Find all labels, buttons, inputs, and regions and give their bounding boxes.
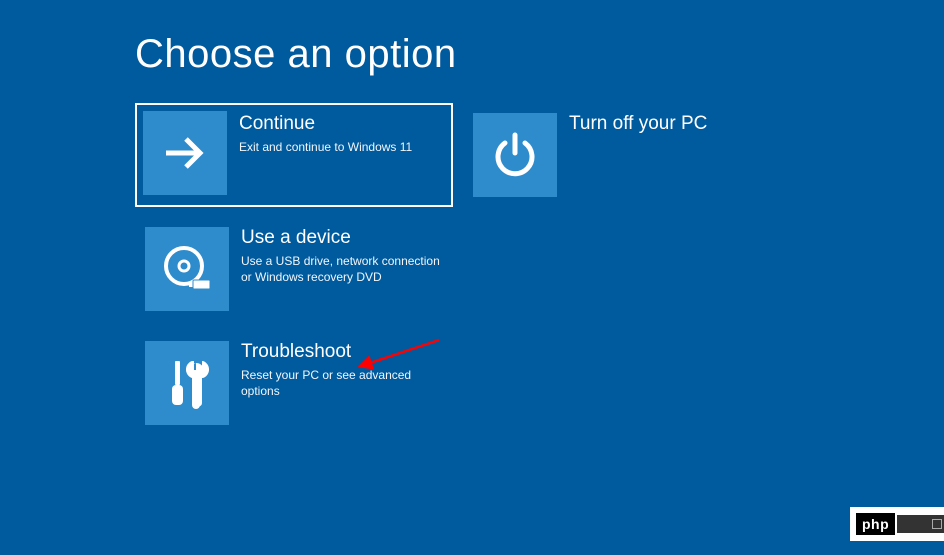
tile-title: Turn off your PC: [569, 113, 771, 136]
tile-desc: Use a USB drive, network connection or W…: [241, 253, 443, 285]
watermark-bar: [897, 515, 944, 533]
tile-desc: Reset your PC or see advanced options: [241, 367, 443, 399]
disc-usb-icon: [145, 227, 229, 311]
tile-use-device[interactable]: Use a device Use a USB drive, network co…: [135, 217, 453, 321]
tile-title: Troubleshoot: [241, 341, 443, 364]
watermark: php: [850, 507, 944, 541]
tile-title: Continue: [239, 113, 443, 136]
power-icon: [473, 113, 557, 197]
tile-turn-off[interactable]: Turn off your PC: [463, 103, 781, 207]
tile-title: Use a device: [241, 227, 443, 250]
watermark-text: php: [856, 513, 895, 535]
tile-desc: Exit and continue to Windows 11: [239, 139, 443, 155]
option-tiles: Continue Exit and continue to Windows 11…: [135, 103, 835, 435]
tile-troubleshoot[interactable]: Troubleshoot Reset your PC or see advanc…: [135, 331, 453, 435]
tools-icon: [145, 341, 229, 425]
arrow-right-icon: [143, 111, 227, 195]
page-title: Choose an option: [135, 32, 944, 77]
tile-continue[interactable]: Continue Exit and continue to Windows 11: [135, 103, 453, 207]
